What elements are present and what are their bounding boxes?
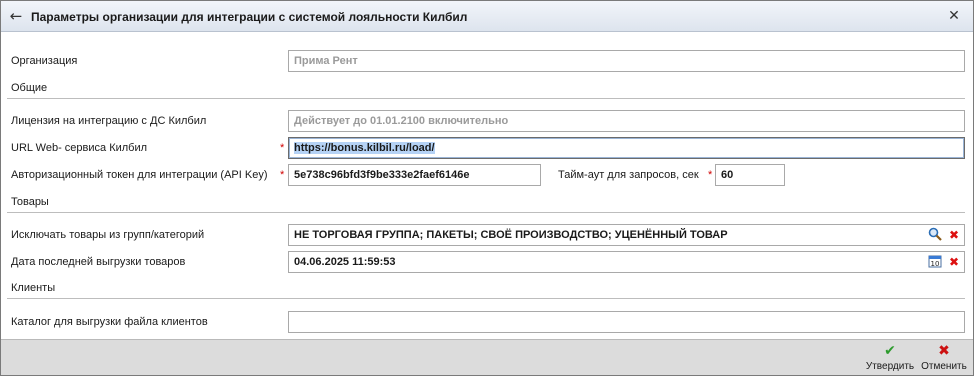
- url-value: https://bonus.kilbil.ru/load/: [294, 142, 435, 154]
- license-row: Лицензия на интеграцию с ДС Килбил Дейст…: [1, 110, 973, 134]
- catalog-label: Каталог для выгрузки файла клиентов: [11, 316, 208, 328]
- section-clients: Клиенты: [1, 279, 973, 299]
- organization-label: Организация: [11, 55, 78, 67]
- organization-row: Организация Прима Рент: [1, 50, 973, 74]
- cancel-label: Отменить: [921, 361, 967, 372]
- url-row: URL Web- сервиса Килбил * https://bonus.…: [1, 137, 973, 161]
- section-divider: [7, 212, 965, 213]
- footer-toolbar: ✔ Утвердить ✖ Отменить: [1, 339, 973, 375]
- close-icon[interactable]: ✕: [945, 7, 963, 25]
- url-input[interactable]: https://bonus.kilbil.ru/load/: [288, 137, 965, 159]
- arrow-left-icon[interactable]: ←: [7, 7, 25, 25]
- calendar-day: 10: [931, 260, 940, 268]
- form-content: Организация Прима Рент Общие Лицензия на…: [1, 33, 973, 339]
- title-bar: ← Параметры организации для интеграции с…: [1, 1, 973, 32]
- dialog-title: Параметры организации для интеграции с с…: [31, 10, 468, 24]
- required-mark: *: [280, 169, 285, 181]
- section-clients-title: Клиенты: [11, 282, 56, 294]
- calendar-icon[interactable]: 10: [928, 254, 944, 270]
- section-goods-title: Товары: [11, 196, 49, 208]
- token-label: Авторизационный токен для интеграции (AP…: [11, 169, 268, 181]
- approve-label: Утвердить: [865, 361, 915, 372]
- section-divider: [7, 298, 965, 299]
- organization-field: Прима Рент: [288, 50, 965, 72]
- timeout-label: Тайм-аут для запросов, сек: [558, 169, 699, 181]
- section-general-title: Общие: [11, 82, 48, 94]
- catalog-input[interactable]: [288, 311, 965, 333]
- token-input[interactable]: 5e738c96bfd3f9be333e2faef6146e: [288, 164, 541, 186]
- exclude-row: Исключать товары из групп/категорий НЕ Т…: [1, 224, 973, 248]
- section-general: Общие: [1, 79, 973, 99]
- last-export-label: Дата последней выгрузки товаров: [11, 256, 186, 268]
- clear-icon[interactable]: ✖: [946, 227, 962, 243]
- timeout-input[interactable]: 60: [715, 164, 785, 186]
- last-export-field[interactable]: 04.06.2025 11:59:53: [288, 251, 965, 273]
- license-field: Действует до 01.01.2100 включительно: [288, 110, 965, 132]
- approve-button[interactable]: ✔ Утвердить: [863, 343, 917, 373]
- search-icon[interactable]: [928, 227, 944, 243]
- dialog-window: ← Параметры организации для интеграции с…: [0, 0, 974, 376]
- token-row: Авторизационный токен для интеграции (AP…: [1, 164, 973, 188]
- license-label: Лицензия на интеграцию с ДС Килбил: [11, 115, 207, 127]
- cross-icon: ✖: [938, 343, 950, 359]
- clear-icon[interactable]: ✖: [946, 254, 962, 270]
- section-goods: Товары: [1, 193, 973, 213]
- last-export-row: Дата последней выгрузки товаров 04.06.20…: [1, 251, 973, 275]
- catalog-row: Каталог для выгрузки файла клиентов: [1, 311, 973, 335]
- checkmark-icon: ✔: [884, 343, 896, 359]
- exclude-label: Исключать товары из групп/категорий: [11, 229, 205, 241]
- cancel-button[interactable]: ✖ Отменить: [919, 343, 969, 373]
- section-divider: [7, 98, 965, 99]
- required-mark: *: [708, 169, 713, 181]
- required-mark: *: [280, 142, 285, 154]
- exclude-input[interactable]: НЕ ТОРГОВАЯ ГРУППА; ПАКЕТЫ; СВОЁ ПРОИЗВО…: [288, 224, 965, 246]
- url-label: URL Web- сервиса Килбил: [11, 142, 148, 154]
